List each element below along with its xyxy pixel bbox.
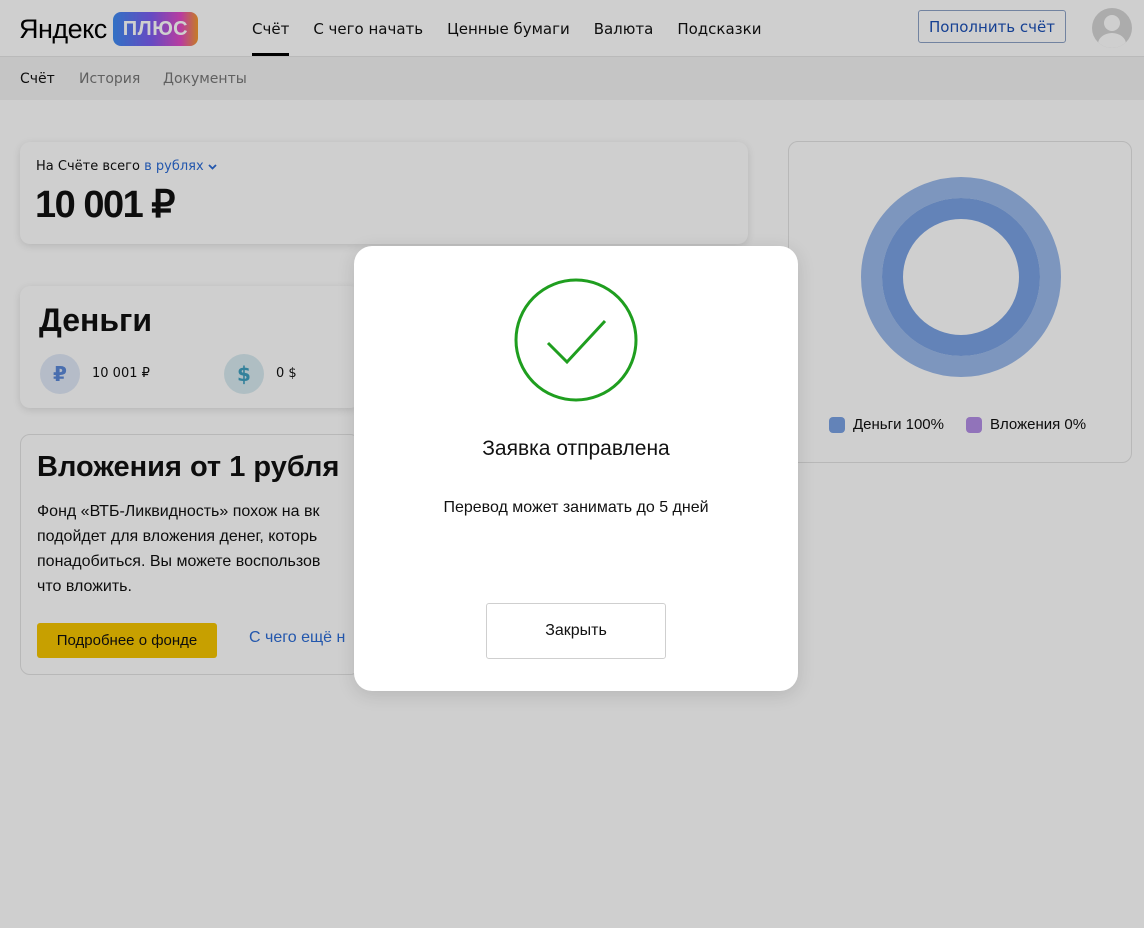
success-check-icon [514, 278, 638, 402]
dialog-title: Заявка отправлена [482, 437, 670, 460]
close-button[interactable]: Закрыть [486, 603, 666, 659]
success-dialog: Заявка отправлена Перевод может занимать… [354, 246, 798, 691]
dialog-message: Перевод может занимать до 5 дней [443, 499, 709, 516]
